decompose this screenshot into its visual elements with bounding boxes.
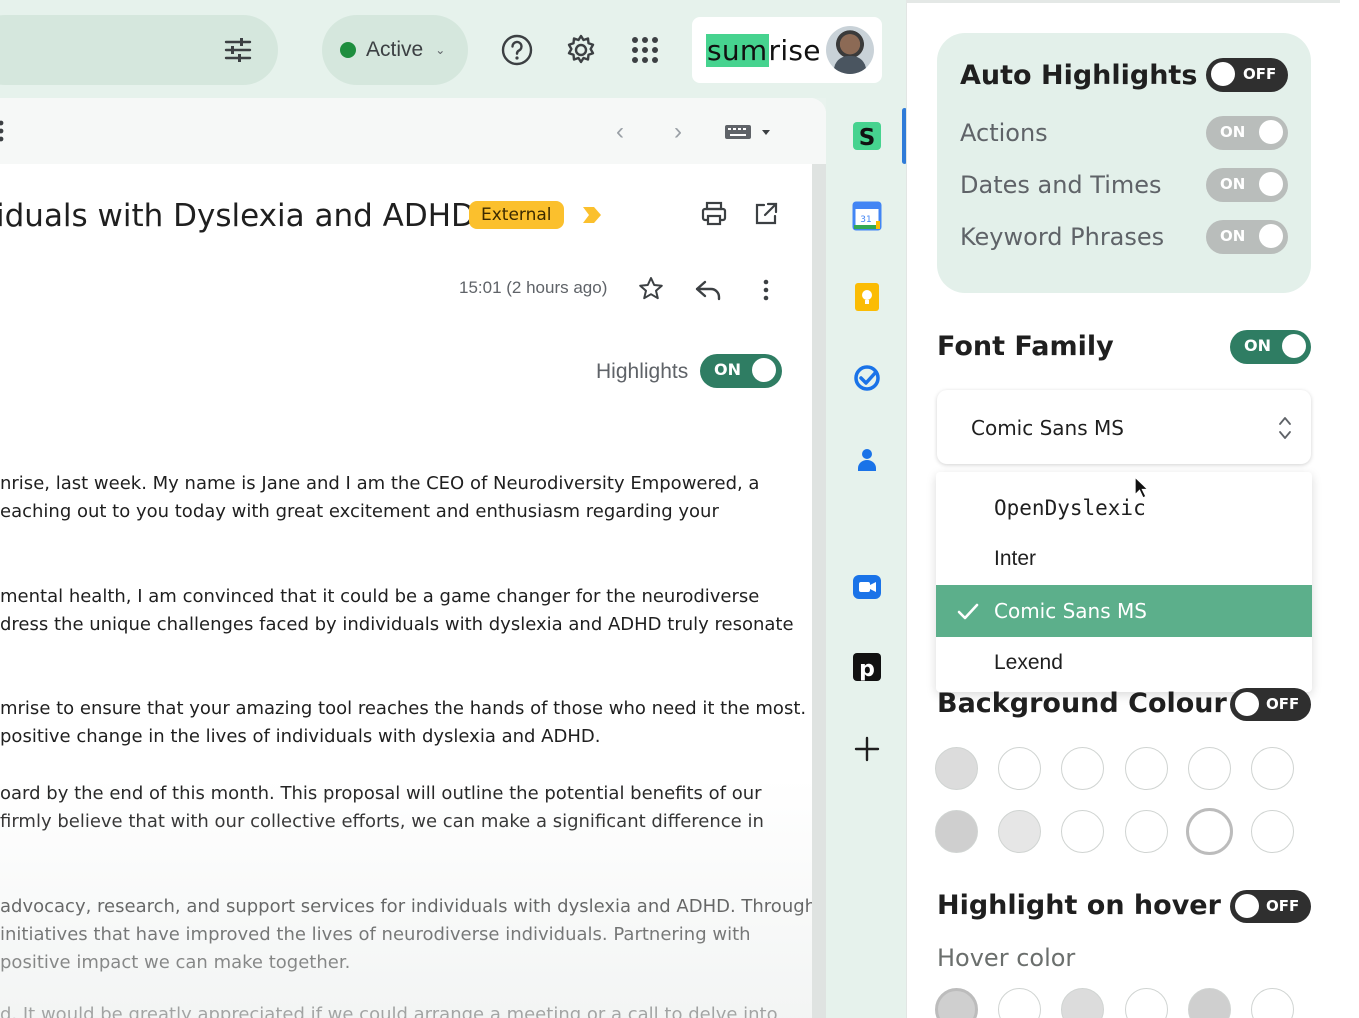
add-icon[interactable] xyxy=(850,732,884,766)
more-options-icon[interactable] xyxy=(758,278,774,302)
status-dot-icon xyxy=(340,42,356,58)
auto-highlights-title: Auto Highlights xyxy=(960,60,1198,91)
font-option-comic-sans-ms[interactable]: Comic Sans MS xyxy=(936,585,1312,637)
star-icon[interactable] xyxy=(638,276,664,302)
contacts-icon[interactable] xyxy=(850,443,884,477)
background-colour-title: Background Colour xyxy=(937,688,1227,719)
font-option-opendyslexic[interactable]: OpenDyslexic xyxy=(936,482,1312,534)
background-colour-swatch[interactable] xyxy=(1061,810,1104,853)
external-badge: External xyxy=(469,201,564,229)
email-body-line: mrise to ensure that your amazing tool r… xyxy=(0,698,807,719)
apps-grid-icon[interactable] xyxy=(628,33,662,67)
email-body-line: initiatives that have improved the lives… xyxy=(0,924,751,945)
email-body-line: eaching out to you today with great exci… xyxy=(0,501,719,522)
dates-and-times-toggle[interactable]: ON xyxy=(1206,168,1288,202)
email-scrollbar[interactable] xyxy=(812,164,826,1018)
check-icon xyxy=(957,603,979,620)
background-colour-swatch[interactable] xyxy=(1251,747,1294,790)
hover-color-label: Hover color xyxy=(937,944,1076,972)
font-family-dropdown-menu: OpenDyslexic Inter Comic Sans MS Lexend xyxy=(936,472,1312,692)
keyword-phrases-label: Keyword Phrases xyxy=(960,223,1165,251)
more-vertical-icon[interactable] xyxy=(0,120,4,142)
email-body-line: nrise, last week. My name is Jane and I … xyxy=(0,473,760,494)
font-family-toggle[interactable]: ON xyxy=(1230,330,1311,364)
background-colour-swatch[interactable] xyxy=(998,810,1041,853)
tasks-icon[interactable] xyxy=(850,361,884,395)
settings-gear-icon[interactable] xyxy=(564,33,598,67)
background-colour-toggle[interactable]: OFF xyxy=(1230,688,1311,721)
svg-text:31: 31 xyxy=(860,215,871,225)
font-family-title: Font Family xyxy=(937,331,1114,362)
calendar-icon[interactable]: 31 xyxy=(850,199,884,233)
email-timestamp: 15:01 (2 hours ago) xyxy=(459,278,608,297)
email-body-line: d. It would be greatly appreciated if we… xyxy=(0,1004,778,1018)
email-subject: iduals with Dyslexia and ADHD xyxy=(0,198,475,234)
email-body-line: advocacy, research, and support services… xyxy=(0,896,817,917)
highlights-toggle[interactable]: ON xyxy=(700,354,782,388)
brand-logo: sumrise xyxy=(692,17,882,83)
highlights-label: Highlights xyxy=(596,360,689,383)
dates-and-times-label: Dates and Times xyxy=(960,171,1162,199)
svg-text:S: S xyxy=(859,125,876,151)
background-colour-swatch[interactable] xyxy=(998,747,1041,790)
side-app-strip xyxy=(826,98,906,1018)
brand-wordmark: sumrise xyxy=(706,33,821,67)
p-app-icon[interactable]: p xyxy=(850,650,884,684)
auto-highlights-toggle[interactable]: OFF xyxy=(1206,58,1288,92)
font-option-inter[interactable]: Inter xyxy=(936,533,1312,585)
background-colour-swatch[interactable] xyxy=(935,747,978,790)
background-colour-swatch[interactable] xyxy=(1251,810,1294,853)
keep-notes-icon[interactable] xyxy=(850,280,884,314)
highlight-on-hover-toggle[interactable]: OFF xyxy=(1230,890,1311,923)
background-colour-swatch[interactable] xyxy=(1125,747,1168,790)
keyword-phrases-toggle[interactable]: ON xyxy=(1206,220,1288,254)
background-colour-swatch[interactable] xyxy=(935,810,978,853)
actions-label: Actions xyxy=(960,119,1048,147)
meet-video-icon[interactable] xyxy=(850,570,884,604)
email-body-line: positive change in the lives of individu… xyxy=(0,726,601,747)
email-body-line: mental health, I am convinced that it co… xyxy=(0,586,760,607)
previous-email-icon[interactable]: ‹ xyxy=(616,118,624,146)
account-avatar[interactable] xyxy=(826,26,874,74)
sumrise-s-icon[interactable]: S xyxy=(850,119,884,153)
panel-top-divider xyxy=(906,0,1340,3)
mouse-pointer-icon xyxy=(1134,476,1150,499)
background-colour-swatch[interactable] xyxy=(1061,747,1104,790)
status-selector[interactable]: Active ⌄ xyxy=(322,15,468,85)
select-arrows-icon xyxy=(1279,417,1291,439)
status-label: Active xyxy=(366,38,424,61)
help-icon[interactable] xyxy=(500,33,534,67)
chevron-down-icon: ⌄ xyxy=(435,43,446,57)
email-body-line: dress the unique challenges faced by ind… xyxy=(0,614,794,635)
actions-toggle[interactable]: ON xyxy=(1206,116,1288,150)
email-body-line: positive impact we can make together. xyxy=(0,952,351,973)
background-colour-swatch[interactable] xyxy=(1188,747,1231,790)
highlight-on-hover-title: Highlight on hover xyxy=(937,890,1221,921)
input-tools-keyboard-icon[interactable] xyxy=(724,122,774,142)
svg-text:p: p xyxy=(859,657,875,682)
background-colour-swatch[interactable] xyxy=(1125,810,1168,853)
email-body-line: oard by the end of this month. This prop… xyxy=(0,783,762,804)
font-option-lexend[interactable]: Lexend xyxy=(936,637,1312,689)
background-colour-swatch-selected[interactable] xyxy=(1186,808,1233,855)
email-view: ‹ › iduals with Dyslexia and ADHD Extern… xyxy=(0,98,826,1018)
open-in-new-window-icon[interactable] xyxy=(752,200,780,228)
print-icon[interactable] xyxy=(700,200,728,228)
next-email-icon[interactable]: › xyxy=(674,118,682,146)
font-family-select[interactable]: Comic Sans MS xyxy=(937,390,1311,464)
email-body-line: firmly believe that with our collective … xyxy=(0,811,764,832)
font-option-label: Comic Sans MS xyxy=(994,599,1147,623)
top-bar: Active ⌄ sumrise xyxy=(0,0,906,98)
reply-icon[interactable] xyxy=(694,278,722,302)
email-toolbar: ‹ › xyxy=(0,98,826,164)
filter-options-icon[interactable] xyxy=(222,34,254,66)
importance-marker-icon[interactable] xyxy=(582,206,602,224)
font-family-select-value: Comic Sans MS xyxy=(971,416,1124,440)
